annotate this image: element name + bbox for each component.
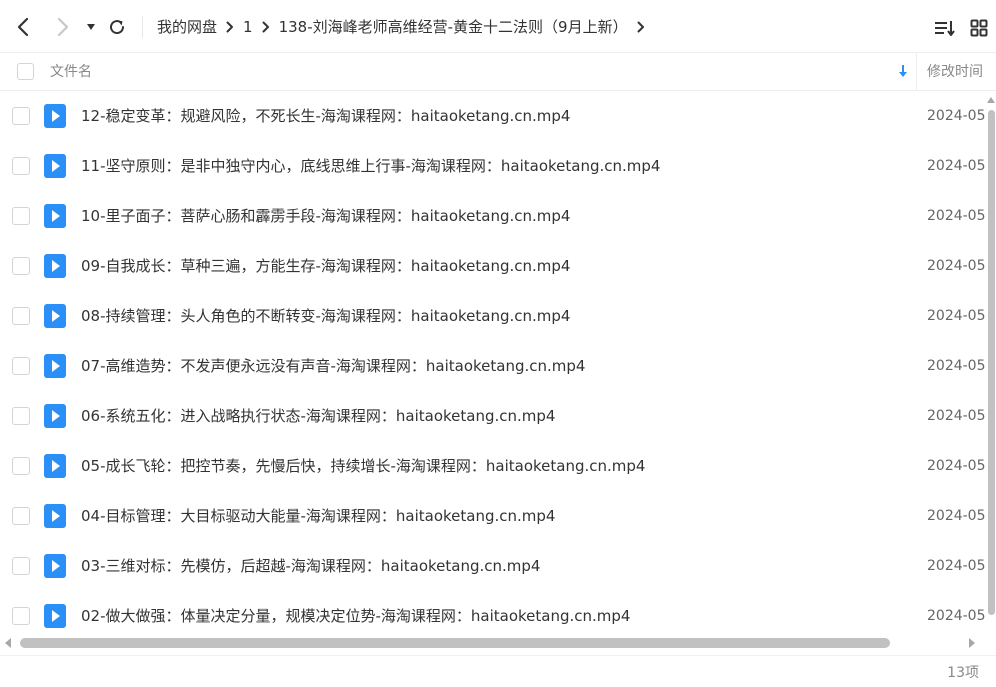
video-file-icon <box>44 604 66 628</box>
file-mtime: 2024-05 <box>927 258 986 274</box>
status-bar: 13项 <box>0 655 996 687</box>
file-row[interactable]: 07-高维造势：不发声便永远没有声音-海淘课程网：haitaoketang.cn… <box>0 341 986 391</box>
column-header-mtime[interactable]: 修改时间 <box>927 53 983 91</box>
chevron-right-icon <box>226 21 234 33</box>
column-header-name[interactable]: 文件名 <box>50 53 92 91</box>
file-mtime: 2024-05 <box>927 108 986 124</box>
file-name[interactable]: 08-持续管理：头人角色的不断转变-海淘课程网：haitaoketang.cn.… <box>81 291 570 341</box>
video-file-icon <box>44 204 66 228</box>
forward-icon <box>57 17 69 37</box>
video-file-icon <box>44 254 66 278</box>
file-name[interactable]: 05-成长飞轮：把控节奏，先慢后快，持续增长-海淘课程网：haitaoketan… <box>81 441 645 491</box>
video-file-icon <box>44 104 66 128</box>
file-name[interactable]: 07-高维造势：不发声便永远没有声音-海淘课程网：haitaoketang.cn… <box>81 341 585 391</box>
file-mtime: 2024-05 <box>927 208 986 224</box>
column-header: 文件名 修改时间 <box>0 53 996 91</box>
file-mtime: 2024-05 <box>927 158 986 174</box>
video-file-icon <box>44 504 66 528</box>
horizontal-scrollbar[interactable] <box>0 634 986 652</box>
scroll-left-arrow-icon[interactable] <box>5 638 11 648</box>
row-checkbox[interactable] <box>12 357 30 375</box>
file-mtime: 2024-05 <box>927 308 986 324</box>
file-name[interactable]: 06-系统五化：进入战略执行状态-海淘课程网：haitaoketang.cn.m… <box>81 391 555 441</box>
file-name[interactable]: 10-里子面子：菩萨心肠和霹雳手段-海淘课程网：haitaoketang.cn.… <box>81 191 570 241</box>
toolbar-separator <box>142 16 143 38</box>
row-checkbox[interactable] <box>12 557 30 575</box>
file-name[interactable]: 09-自我成长：草种三遍，方能生存-海淘课程网：haitaoketang.cn.… <box>81 241 570 291</box>
row-checkbox[interactable] <box>12 457 30 475</box>
scroll-up-arrow-icon[interactable] <box>987 97 995 103</box>
forward-button[interactable] <box>48 10 78 44</box>
video-file-icon <box>44 404 66 428</box>
row-checkbox[interactable] <box>12 207 30 225</box>
row-checkbox[interactable] <box>12 407 30 425</box>
file-name[interactable]: 04-目标管理：大目标驱动大能量-海淘课程网：haitaoketang.cn.m… <box>81 491 555 541</box>
back-button[interactable] <box>8 10 38 44</box>
breadcrumb-item-root[interactable]: 我的网盘 <box>157 16 217 37</box>
refresh-button[interactable] <box>104 10 130 44</box>
dropdown-icon <box>87 24 95 30</box>
row-checkbox[interactable] <box>12 507 30 525</box>
file-row[interactable]: 12-稳定变革：规避风险，不死长生-海淘课程网：haitaoketang.cn.… <box>0 91 986 141</box>
file-name[interactable]: 02-做大做强：体量决定分量，规模决定位势-海淘课程网：haitaoketang… <box>81 591 630 636</box>
item-count: 13项 <box>947 665 979 681</box>
file-mtime: 2024-05 <box>927 408 986 424</box>
breadcrumb-item-folder-1[interactable]: 1 <box>243 18 253 36</box>
chevron-right-icon[interactable] <box>637 21 645 33</box>
file-mtime: 2024-05 <box>927 558 986 574</box>
video-file-icon <box>44 554 66 578</box>
file-row[interactable]: 03-三维对标：先模仿，后超越-海淘课程网：haitaoketang.cn.mp… <box>0 541 986 591</box>
horizontal-scroll-thumb[interactable] <box>20 638 890 648</box>
history-dropdown-button[interactable] <box>82 10 100 44</box>
file-name[interactable]: 12-稳定变革：规避风险，不死长生-海淘课程网：haitaoketang.cn.… <box>81 91 570 141</box>
row-checkbox[interactable] <box>12 257 30 275</box>
file-row[interactable]: 02-做大做强：体量决定分量，规模决定位势-海淘课程网：haitaoketang… <box>0 591 986 636</box>
row-checkbox[interactable] <box>12 107 30 125</box>
sort-button[interactable] <box>932 16 958 40</box>
select-all-checkbox[interactable] <box>17 63 34 80</box>
vertical-scroll-thumb[interactable] <box>988 110 995 615</box>
video-file-icon <box>44 304 66 328</box>
video-file-icon <box>44 354 66 378</box>
column-divider[interactable] <box>916 53 917 91</box>
video-file-icon <box>44 454 66 478</box>
chevron-right-icon <box>262 21 270 33</box>
file-row[interactable]: 05-成长飞轮：把控节奏，先慢后快，持续增长-海淘课程网：haitaoketan… <box>0 441 986 491</box>
vertical-scrollbar[interactable] <box>986 93 996 627</box>
file-row[interactable]: 09-自我成长：草种三遍，方能生存-海淘课程网：haitaoketang.cn.… <box>0 241 986 291</box>
file-name[interactable]: 11-坚守原则：是非中独守内心，底线思维上行事-海淘课程网：haitaoketa… <box>81 141 660 191</box>
file-row[interactable]: 04-目标管理：大目标驱动大能量-海淘课程网：haitaoketang.cn.m… <box>0 491 986 541</box>
breadcrumb: 我的网盘 1 138-刘海峰老师高维经营-黄金十二法则（9月上新） <box>157 0 654 53</box>
file-mtime: 2024-05 <box>927 458 986 474</box>
grid-view-icon <box>970 19 988 37</box>
file-mtime: 2024-05 <box>927 608 986 624</box>
file-row[interactable]: 11-坚守原则：是非中独守内心，底线思维上行事-海淘课程网：haitaoketa… <box>0 141 986 191</box>
sort-desc-arrow-icon[interactable] <box>896 64 910 80</box>
file-row[interactable]: 08-持续管理：头人角色的不断转变-海淘课程网：haitaoketang.cn.… <box>0 291 986 341</box>
toolbar: 我的网盘 1 138-刘海峰老师高维经营-黄金十二法则（9月上新） <box>0 0 996 53</box>
file-mtime: 2024-05 <box>927 358 986 374</box>
file-row[interactable]: 06-系统五化：进入战略执行状态-海淘课程网：haitaoketang.cn.m… <box>0 391 986 441</box>
row-checkbox[interactable] <box>12 607 30 625</box>
video-file-icon <box>44 154 66 178</box>
row-checkbox[interactable] <box>12 157 30 175</box>
back-icon <box>17 17 29 37</box>
grid-view-button[interactable] <box>966 16 992 40</box>
file-row[interactable]: 10-里子面子：菩萨心肠和霹雳手段-海淘课程网：haitaoketang.cn.… <box>0 191 986 241</box>
file-list: 12-稳定变革：规避风险，不死长生-海淘课程网：haitaoketang.cn.… <box>0 91 986 636</box>
row-checkbox[interactable] <box>12 307 30 325</box>
file-name[interactable]: 03-三维对标：先模仿，后超越-海淘课程网：haitaoketang.cn.mp… <box>81 541 540 591</box>
sort-list-icon <box>935 21 955 36</box>
scroll-right-arrow-icon[interactable] <box>969 638 975 648</box>
breadcrumb-item-current-folder[interactable]: 138-刘海峰老师高维经营-黄金十二法则（9月上新） <box>279 16 628 37</box>
file-mtime: 2024-05 <box>927 508 986 524</box>
refresh-icon <box>110 20 125 35</box>
